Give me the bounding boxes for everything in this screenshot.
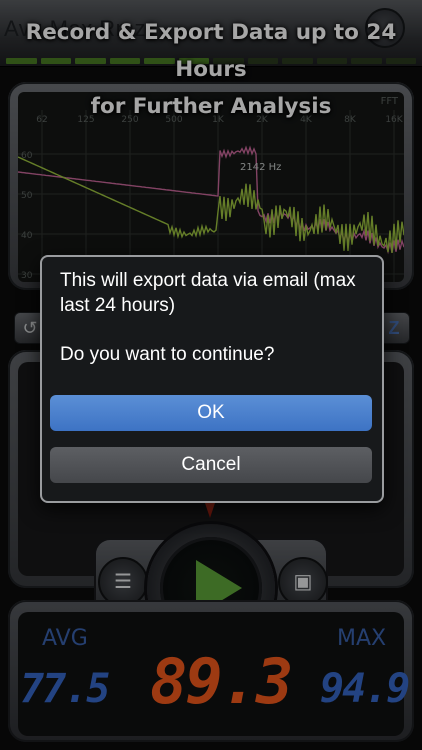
ok-button[interactable]: OK bbox=[50, 395, 372, 431]
dialog-message: This will export data via email (max las… bbox=[60, 270, 356, 316]
dialog-question: Do you want to continue? bbox=[60, 344, 275, 365]
cancel-button[interactable]: Cancel bbox=[50, 447, 372, 483]
